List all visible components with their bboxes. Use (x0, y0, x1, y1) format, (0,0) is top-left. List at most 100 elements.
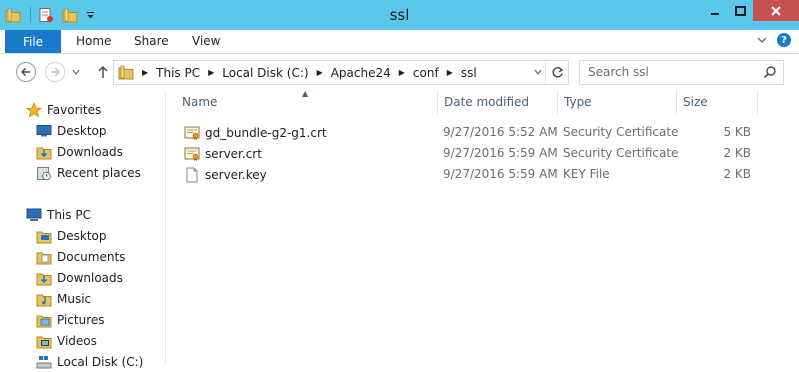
address-history-button[interactable] (532, 65, 544, 79)
nav-this-pc-documents[interactable]: Documents (36, 247, 125, 267)
title-bar: ssl (0, 0, 799, 31)
column-header-name[interactable]: Name (176, 90, 438, 114)
folder-icon[interactable] (4, 6, 22, 24)
breadcrumb-separator-icon[interactable]: ▶ (208, 68, 214, 77)
breadcrumb-separator-icon[interactable]: ▶ (447, 68, 453, 77)
file-type: Security Certificate (563, 125, 679, 139)
search-input[interactable] (580, 61, 768, 82)
file-type: KEY File (563, 167, 610, 181)
nav-this-pc-pictures[interactable]: Pictures (36, 310, 105, 330)
certificate-icon (184, 146, 200, 162)
nav-favorites[interactable]: Favorites (26, 100, 101, 120)
column-header-type[interactable]: Type (558, 90, 677, 114)
file-row[interactable]: server.crt 9/27/2016 5:59 AM Security Ce… (176, 143, 766, 164)
toolbar-divider (30, 7, 31, 23)
star-icon (26, 102, 42, 118)
customize-toolbar-icon[interactable] (85, 6, 95, 24)
file-name: server.key (205, 167, 267, 182)
tab-file[interactable]: File (5, 30, 61, 53)
nav-this-pc-downloads[interactable]: Downloads (36, 268, 123, 288)
nav-favorites-label: Favorites (47, 103, 102, 117)
minimize-button[interactable] (702, 0, 728, 21)
breadcrumb-conf[interactable]: conf (413, 66, 439, 80)
folder-icon (118, 65, 136, 81)
forward-button[interactable] (45, 62, 65, 82)
breadcrumb-local-disk[interactable]: Local Disk (C:) (222, 66, 308, 80)
forward-arrow-icon (51, 67, 61, 77)
tab-share[interactable]: Share (134, 34, 169, 48)
properties-icon[interactable] (37, 6, 55, 24)
chevron-down-icon (534, 69, 542, 75)
breadcrumb: ▶ This PC ▶ Local Disk (C:) ▶ Apache24 ▶… (142, 66, 485, 80)
back-button[interactable] (16, 62, 36, 82)
search-box (579, 60, 784, 85)
back-arrow-icon (20, 67, 30, 77)
address-bar[interactable]: ▶ This PC ▶ Local Disk (C:) ▶ Apache24 ▶… (113, 60, 569, 85)
nav-this-pc-local-disk[interactable]: Local Disk (C:) (36, 352, 143, 372)
ribbon-help-area: ? (755, 33, 791, 47)
drive-icon (36, 354, 52, 370)
file-size: 2 KB (723, 146, 751, 160)
file-row[interactable]: server.key 9/27/2016 5:59 AM KEY File 2 … (176, 164, 766, 185)
nav-item-label: Videos (57, 334, 97, 348)
desktop-folder-icon (36, 228, 52, 244)
expand-ribbon-icon[interactable] (755, 33, 769, 47)
maximize-button[interactable] (728, 0, 753, 21)
breadcrumb-apache24[interactable]: Apache24 (331, 66, 391, 80)
nav-item-label: Recent places (57, 166, 141, 180)
nav-favorites-recent-places[interactable]: Recent places (36, 163, 141, 183)
file-date: 9/27/2016 5:59 AM (443, 167, 558, 181)
file-name: server.crt (205, 146, 262, 161)
desktop-icon (36, 123, 52, 139)
breadcrumb-separator-icon[interactable]: ▶ (142, 68, 148, 77)
breadcrumb-separator-icon[interactable]: ▶ (317, 68, 323, 77)
file-row[interactable]: gd_bundle-g2-g1.crt 9/27/2016 5:52 AM Se… (176, 122, 766, 143)
file-size: 5 KB (723, 125, 751, 139)
computer-icon (26, 207, 42, 223)
column-header-size[interactable]: Size (677, 90, 758, 114)
file-name-cell: server.crt (184, 144, 262, 163)
nav-item-label: Downloads (57, 145, 123, 159)
nav-item-label: Downloads (57, 271, 123, 285)
downloads-icon (36, 144, 52, 160)
help-icon[interactable]: ? (777, 33, 791, 47)
navigation-bar: ▶ This PC ▶ Local Disk (C:) ▶ Apache24 ▶… (0, 54, 799, 90)
nav-this-pc-label: This PC (47, 208, 91, 222)
refresh-button[interactable] (545, 61, 568, 84)
file-list: ▲ Name Date modified Type Size gd_bundle… (166, 89, 799, 364)
close-button[interactable] (753, 0, 799, 21)
window-controls (702, 0, 799, 21)
breadcrumb-ssl[interactable]: ssl (461, 66, 477, 80)
nav-this-pc-videos[interactable]: Videos (36, 331, 97, 351)
tab-home[interactable]: Home (76, 34, 111, 48)
nav-this-pc[interactable]: This PC (26, 205, 91, 225)
downloads-icon (36, 270, 52, 286)
nav-this-pc-desktop[interactable]: Desktop (36, 226, 107, 246)
navigation-pane: Favorites Desktop Downloads Recent place… (0, 92, 164, 369)
file-name-cell: gd_bundle-g2-g1.crt (184, 123, 327, 142)
nav-favorites-desktop[interactable]: Desktop (36, 121, 107, 141)
nav-favorites-downloads[interactable]: Downloads (36, 142, 123, 162)
quick-access-toolbar (4, 5, 101, 25)
recent-places-icon (36, 165, 52, 181)
new-folder-icon[interactable] (61, 6, 79, 24)
breadcrumb-this-pc[interactable]: This PC (156, 66, 200, 80)
window-title: ssl (389, 6, 410, 24)
file-date: 9/27/2016 5:52 AM (443, 125, 558, 139)
tab-view[interactable]: View (192, 34, 220, 48)
search-icon[interactable] (763, 65, 777, 79)
breadcrumb-separator-icon[interactable]: ▶ (399, 68, 405, 77)
recent-locations-button[interactable] (70, 62, 82, 82)
certificate-icon (184, 125, 200, 141)
nav-item-label: Pictures (57, 313, 105, 327)
file-type: Security Certificate (563, 146, 679, 160)
videos-icon (36, 333, 52, 349)
up-button[interactable] (93, 62, 113, 82)
column-header-date-modified[interactable]: Date modified (438, 90, 558, 114)
pictures-icon (36, 312, 52, 328)
file-name: gd_bundle-g2-g1.crt (205, 125, 327, 140)
nav-this-pc-music[interactable]: Music (36, 289, 91, 309)
file-name-cell: server.key (184, 165, 267, 184)
documents-icon (36, 249, 52, 265)
nav-item-label: Desktop (57, 124, 107, 138)
